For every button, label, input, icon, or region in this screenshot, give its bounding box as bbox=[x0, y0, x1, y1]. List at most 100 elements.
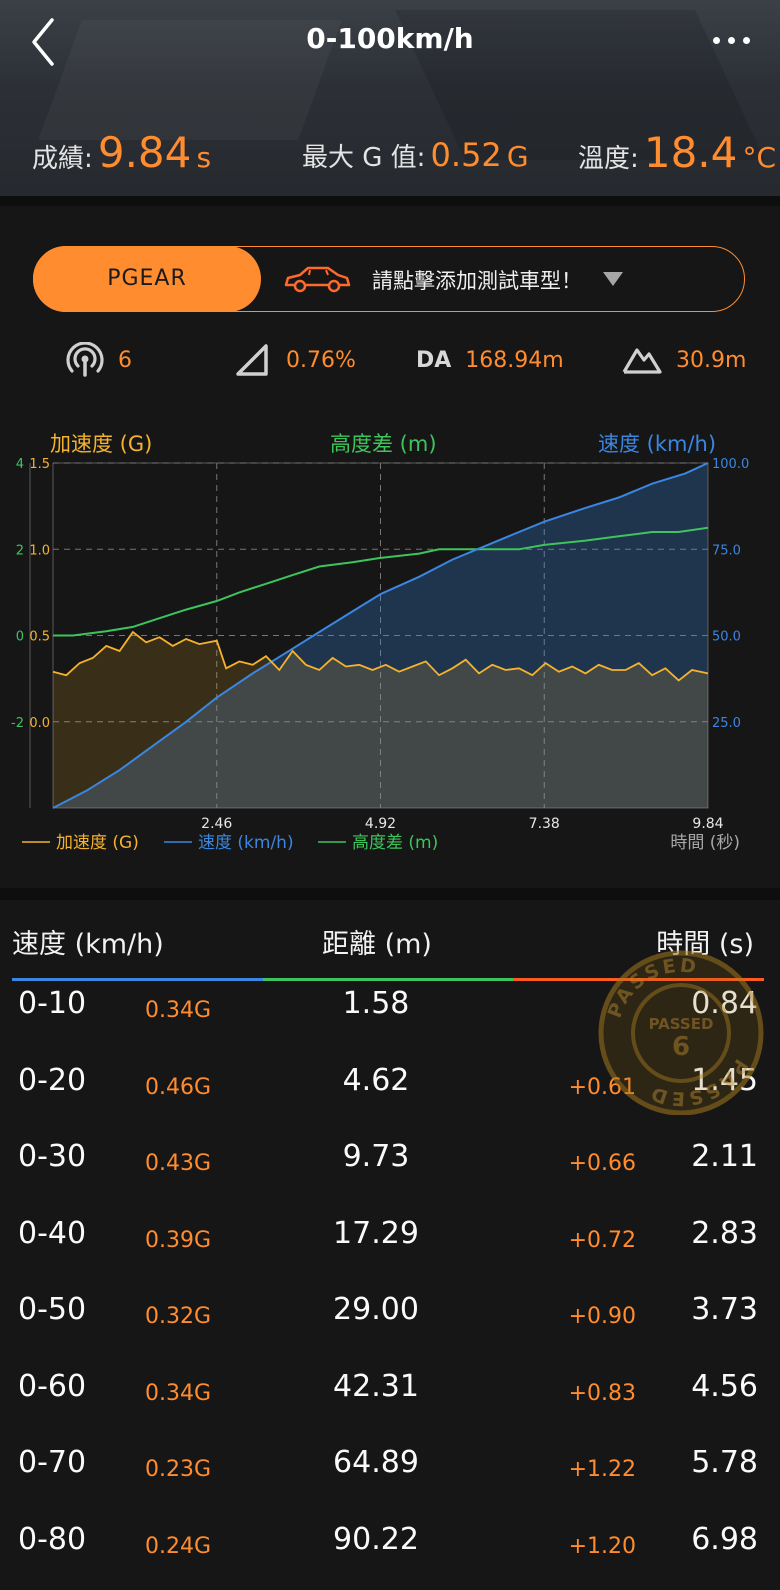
split-time: 0.84 bbox=[691, 986, 758, 1021]
pgear-tab[interactable]: PGEAR bbox=[33, 246, 261, 312]
x-tick-label: 9.84 bbox=[692, 816, 723, 832]
split-g-value: 0.43G bbox=[145, 1151, 212, 1176]
split-speed-range: 0-70 bbox=[18, 1445, 87, 1480]
density-altitude-info: DA 168.94m bbox=[416, 340, 564, 380]
altitude-tick-label: -2 bbox=[11, 716, 24, 731]
more-dots-icon bbox=[743, 37, 750, 44]
divider bbox=[0, 196, 780, 206]
altitude-tick-label: 0 bbox=[16, 630, 24, 645]
split-g-value: 0.23G bbox=[145, 1457, 212, 1482]
accel-tick-label: 1.0 bbox=[29, 543, 50, 558]
split-time: 3.73 bbox=[691, 1292, 758, 1327]
split-distance: 42.31 bbox=[333, 1368, 419, 1404]
distance-column-header: 距離 (m) bbox=[322, 929, 432, 960]
split-row: 0-20 0.46G 4.62 +0.61 1.45 bbox=[0, 1063, 780, 1139]
more-options-button[interactable] bbox=[708, 24, 758, 54]
split-table-header: 速度 (km/h) 距離 (m) 時間 (s) bbox=[0, 918, 780, 968]
split-g-value: 0.34G bbox=[145, 998, 212, 1023]
temperature-unit: °C bbox=[742, 141, 777, 174]
speed-axis-title: 速度 (km/h) bbox=[598, 432, 717, 456]
split-row: 0-10 0.34G 1.58 0.84 bbox=[0, 986, 780, 1062]
x-axis-label: 時間 (秒) bbox=[670, 833, 740, 853]
temperature-label: 溫度: bbox=[578, 144, 639, 174]
da-label: DA bbox=[416, 347, 452, 373]
x-tick-label: 2.46 bbox=[201, 816, 232, 832]
da-value: 168.94m bbox=[465, 347, 564, 373]
result-header: 0-100km/h 成績: 9.84 s 最大 G 值: 0.52 G 溫度: … bbox=[0, 0, 780, 196]
speed-tick-label: 100.0 bbox=[712, 457, 749, 472]
result-label: 成績: bbox=[32, 144, 93, 174]
max-g-value: 0.52 bbox=[430, 136, 502, 174]
legend-label: 高度差 (m) bbox=[352, 833, 438, 853]
split-time-delta: +0.83 bbox=[568, 1380, 636, 1406]
divider bbox=[0, 888, 780, 900]
altitude-tick-label: 2 bbox=[16, 543, 24, 558]
split-time: 5.78 bbox=[691, 1445, 758, 1480]
slope-icon bbox=[236, 344, 268, 376]
satellite-signal-icon bbox=[66, 342, 104, 377]
temperature-value: 18.4 bbox=[643, 128, 738, 177]
car-selector[interactable]: PGEAR 請點擊添加測試車型！ bbox=[33, 246, 745, 312]
add-car-prompt[interactable]: 請點擊添加測試車型！ bbox=[372, 265, 582, 295]
split-time: 2.11 bbox=[691, 1139, 758, 1174]
split-time: 2.83 bbox=[691, 1215, 758, 1251]
result-unit: s bbox=[196, 141, 212, 174]
altitude-value: 30.9m bbox=[676, 347, 747, 373]
split-speed-range: 0-10 bbox=[18, 986, 87, 1021]
split-distance: 9.73 bbox=[342, 1139, 410, 1174]
more-dots-icon bbox=[713, 37, 720, 44]
speed-tick-label: 50.0 bbox=[712, 630, 741, 645]
split-distance: 17.29 bbox=[333, 1215, 419, 1251]
result-stat: 成績: 9.84 s bbox=[32, 128, 211, 177]
split-row: 0-30 0.43G 9.73 +0.66 2.11 bbox=[0, 1139, 780, 1215]
split-time: 4.56 bbox=[691, 1368, 758, 1404]
split-distance: 29.00 bbox=[333, 1292, 419, 1327]
split-time-delta: +0.90 bbox=[568, 1304, 636, 1329]
header-underline bbox=[12, 978, 765, 981]
max-g-unit: G bbox=[506, 140, 529, 173]
accel-tick-label: 0.0 bbox=[29, 716, 50, 731]
page-title: 0-100km/h bbox=[306, 22, 474, 55]
x-tick-label: 7.38 bbox=[529, 816, 560, 832]
split-row: 0-70 0.23G 64.89 +1.22 5.78 bbox=[0, 1445, 780, 1521]
split-time-delta: +0.61 bbox=[568, 1074, 636, 1100]
temperature-stat: 溫度: 18.4 °C bbox=[578, 128, 776, 177]
result-value: 9.84 bbox=[97, 128, 192, 177]
split-distance: 4.62 bbox=[342, 1062, 410, 1098]
split-time: 1.45 bbox=[691, 1062, 758, 1098]
split-g-value: 0.34G bbox=[145, 1380, 212, 1406]
split-time-delta: +0.66 bbox=[568, 1151, 636, 1176]
split-time-delta: +1.22 bbox=[568, 1457, 636, 1482]
split-row: 0-80 0.24G 90.22 +1.20 6.98 bbox=[0, 1522, 780, 1590]
split-g-value: 0.46G bbox=[145, 1074, 212, 1100]
speed-tick-label: 75.0 bbox=[712, 543, 741, 558]
split-g-value: 0.24G bbox=[145, 1533, 212, 1559]
split-row: 0-60 0.34G 42.31 +0.83 4.56 bbox=[0, 1369, 780, 1445]
max-g-label: 最大 G 值: bbox=[302, 143, 426, 173]
split-distance: 64.89 bbox=[333, 1445, 419, 1480]
split-row: 0-50 0.32G 29.00 +0.90 3.73 bbox=[0, 1292, 780, 1368]
car-icon bbox=[284, 266, 351, 293]
split-distance: 1.58 bbox=[342, 986, 410, 1021]
accel-axis-title: 加速度 (G) bbox=[50, 432, 153, 456]
mountain-icon bbox=[622, 348, 662, 374]
accel-tick-label: 0.5 bbox=[29, 630, 50, 645]
split-speed-range: 0-50 bbox=[18, 1292, 87, 1327]
split-g-value: 0.39G bbox=[145, 1227, 212, 1253]
triangle-down-icon[interactable] bbox=[602, 271, 624, 287]
split-time-delta: +1.20 bbox=[568, 1533, 636, 1559]
split-time-delta: +0.72 bbox=[568, 1227, 636, 1253]
max-g-stat: 最大 G 值: 0.52 G bbox=[302, 136, 529, 174]
satellite-count: 6 bbox=[66, 340, 132, 380]
legend-label: 速度 (km/h) bbox=[198, 833, 294, 853]
split-speed-range: 0-60 bbox=[18, 1368, 87, 1404]
legend-label: 加速度 (G) bbox=[56, 833, 139, 853]
altitude-tick-label: 4 bbox=[16, 457, 24, 472]
split-g-value: 0.32G bbox=[145, 1304, 212, 1329]
time-column-header: 時間 (s) bbox=[656, 929, 754, 960]
split-speed-range: 0-80 bbox=[18, 1521, 87, 1557]
time-underline bbox=[513, 978, 765, 981]
split-time: 6.98 bbox=[691, 1521, 758, 1557]
satellite-count-value: 6 bbox=[118, 347, 132, 373]
split-distance: 90.22 bbox=[333, 1521, 419, 1557]
